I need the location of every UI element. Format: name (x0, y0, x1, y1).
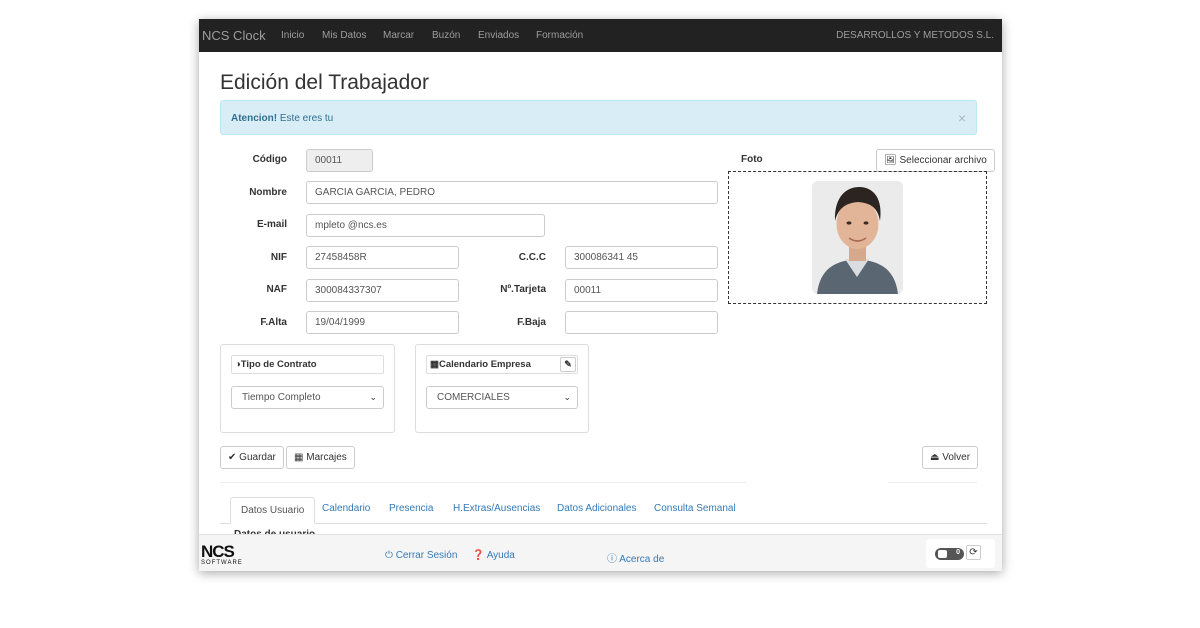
alert-strong: Atencion! (231, 113, 278, 124)
calendario-header: ▦Calendario Empresa ✎ (426, 355, 578, 374)
calendario-panel: ▦Calendario Empresa ✎ COMERCIALES ⌄ (415, 344, 589, 433)
info-alert: Atencion! Este eres tu × (220, 100, 977, 135)
calendario-title: Calendario Empresa (438, 359, 531, 370)
volver-button[interactable]: ⏏ Volver (922, 446, 979, 469)
contrato-panel: ◑Tipo de Contrato Tiempo Completo ⌄ (220, 344, 395, 433)
baja-field[interactable] (565, 311, 718, 334)
guardar-label: Guardar (239, 452, 276, 463)
nav-marcar[interactable]: Marcar (383, 30, 414, 41)
contrato-selected: Tiempo Completo (242, 392, 321, 403)
cerrar-sesion-link[interactable]: ⏻ Cerrar Sesión (385, 550, 457, 561)
image-icon: 🖼 (884, 155, 897, 166)
guardar-button[interactable]: ✔ Guardar (220, 446, 284, 469)
refresh-icon[interactable]: ⟳ (966, 545, 981, 560)
page-title: Edición del Trabajador (220, 71, 429, 94)
calendar-icon: ▦ (430, 359, 439, 370)
contrato-title: Tipo de Contrato (240, 359, 317, 370)
nif-label: NIF (270, 252, 287, 263)
contrato-header: ◑Tipo de Contrato (231, 355, 384, 374)
divider-left (220, 482, 747, 483)
ccc-label: C.C.C (518, 252, 546, 263)
footer-bar: NCS SOFTWARE ⏻ Cerrar Sesión ❓ Ayuda ⓘ A… (199, 534, 1002, 571)
toggle-value: 0 (956, 549, 960, 556)
logo-subtext: SOFTWARE (201, 560, 243, 566)
chevron-down-icon: ⌄ (563, 392, 571, 402)
acerca-link[interactable]: ⓘ Acerca de (607, 550, 664, 565)
codigo-field[interactable]: 00011 (306, 149, 373, 172)
nif-field[interactable]: 27458458R (306, 246, 459, 269)
nav-enviados[interactable]: Enviados (478, 30, 519, 41)
foto-label: Foto (741, 154, 763, 165)
company-name: DESARROLLOS Y METODOS S.L. (836, 30, 994, 41)
baja-label: F.Baja (517, 317, 546, 328)
divider-right (888, 482, 977, 483)
app-window: NCS Clock Inicio Mis Datos Marcar Buzón … (199, 19, 1002, 571)
eject-icon: ⏏ (930, 452, 940, 463)
pencil-icon[interactable]: ✎ (560, 357, 576, 372)
tab-datos-adicionales[interactable]: Datos Adicionales (557, 503, 637, 514)
ayuda-label: Ayuda (486, 550, 515, 561)
tabs-baseline (220, 523, 987, 524)
nombre-field[interactable]: GARCIA GARCIA, PEDRO (306, 181, 718, 204)
nombre-label: Nombre (249, 187, 287, 198)
photo-drop-area[interactable] (728, 171, 987, 304)
logo-text: NCS (201, 542, 235, 561)
nav-inicio[interactable]: Inicio (281, 30, 304, 41)
contrato-select[interactable]: Tiempo Completo ⌄ (231, 386, 384, 409)
check-icon: ✔ (228, 452, 237, 463)
select-file-label: Seleccionar archivo (899, 155, 987, 166)
status-toggle[interactable]: 0 (935, 548, 964, 560)
email-field[interactable]: mpleto @ncs.es (306, 214, 545, 237)
tab-horas-extras[interactable]: H.Extras/Ausencias (453, 503, 540, 514)
ayuda-link[interactable]: ❓ Ayuda (472, 550, 515, 561)
tarjeta-field[interactable]: 00011 (565, 279, 718, 302)
calendario-select[interactable]: COMERCIALES ⌄ (426, 386, 578, 409)
alta-field[interactable]: 19/04/1999 (306, 311, 459, 334)
naf-label: NAF (266, 284, 287, 295)
top-navbar: NCS Clock Inicio Mis Datos Marcar Buzón … (199, 19, 1002, 52)
tab-datos-usuario[interactable]: Datos Usuario (230, 497, 316, 524)
info-icon: ⓘ (607, 554, 617, 565)
brand-link[interactable]: NCS Clock (202, 28, 266, 43)
tab-calendario[interactable]: Calendario (322, 503, 370, 514)
nav-buzon[interactable]: Buzón (432, 30, 460, 41)
ncs-logo: NCS SOFTWARE (201, 543, 243, 566)
volver-label: Volver (942, 452, 971, 463)
calendar-icon: ▦ (294, 452, 304, 463)
power-icon: ⏻ (385, 550, 393, 561)
naf-field[interactable]: 300084337307 (306, 279, 459, 302)
alta-label: F.Alta (260, 317, 287, 328)
toggle-knob (938, 550, 947, 558)
codigo-label: Código (252, 154, 287, 165)
worker-photo (812, 181, 903, 294)
ccc-field[interactable]: 300086341 45 (565, 246, 718, 269)
alert-close-button[interactable]: × (958, 110, 966, 126)
marcajes-label: Marcajes (306, 452, 347, 463)
tab-consulta-semanal[interactable]: Consulta Semanal (654, 503, 736, 514)
chevron-down-icon: ⌄ (369, 392, 377, 402)
marcajes-button[interactable]: ▦ Marcajes (286, 446, 355, 469)
select-file-button[interactable]: 🖼 Seleccionar archivo (876, 149, 995, 172)
toggle-container: 0 ⟳ (926, 539, 995, 568)
email-label: E-mail (256, 219, 287, 230)
tab-presencia[interactable]: Presencia (389, 503, 433, 514)
tarjeta-label: Nº.Tarjeta (500, 284, 546, 295)
nav-formacion[interactable]: Formación (536, 30, 583, 41)
acerca-label: Acerca de (619, 554, 665, 565)
alert-text: Este eres tu (277, 113, 334, 124)
calendario-selected: COMERCIALES (437, 392, 510, 403)
cerrar-sesion-label: Cerrar Sesión (395, 550, 458, 561)
nav-mis-datos[interactable]: Mis Datos (322, 30, 366, 41)
question-icon: ❓ (472, 550, 485, 561)
